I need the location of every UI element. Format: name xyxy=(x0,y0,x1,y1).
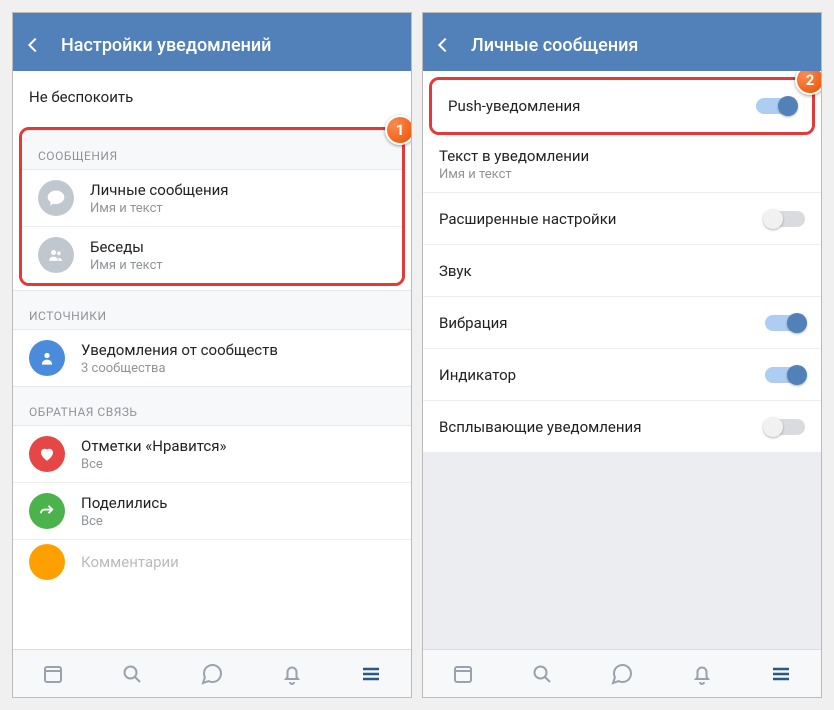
indicator-toggle[interactable] xyxy=(765,367,805,383)
likes-sub: Все xyxy=(81,457,395,472)
advanced-label: Расширенные настройки xyxy=(439,210,749,228)
chats-title: Беседы xyxy=(90,238,386,256)
row-personal-messages[interactable]: Личные сообщения Имя и текст xyxy=(22,170,402,226)
row-comments[interactable]: Комментарии xyxy=(13,539,411,580)
group-icon xyxy=(38,237,74,273)
nav-messages-icon[interactable] xyxy=(609,661,635,687)
appbar-title: Настройки уведомлений xyxy=(61,35,271,56)
appbar-title: Личные сообщения xyxy=(471,35,638,56)
communities-title: Уведомления от сообществ xyxy=(81,341,395,359)
pm-title: Личные сообщения xyxy=(90,181,386,199)
row-indicator[interactable]: Индикатор xyxy=(423,348,821,400)
row-popup[interactable]: Всплывающие уведомления xyxy=(423,400,821,452)
communities-sub: 3 сообщества xyxy=(81,361,395,376)
nav-search-icon[interactable] xyxy=(529,661,555,687)
row-advanced[interactable]: Расширенные настройки xyxy=(423,192,821,244)
community-icon xyxy=(29,340,65,376)
dnd-row[interactable]: Не беспокоить xyxy=(13,71,411,123)
nav-menu-icon[interactable] xyxy=(768,661,794,687)
comments-title: Комментарии xyxy=(81,553,395,571)
section-feedback: ОБРАТНАЯ СВЯЗЬ xyxy=(13,386,411,426)
comment-icon xyxy=(29,544,65,580)
message-icon xyxy=(38,180,74,216)
nav-messages-icon[interactable] xyxy=(199,661,225,687)
row-push[interactable]: Push-уведомления xyxy=(432,80,812,132)
row-chats[interactable]: Беседы Имя и текст xyxy=(22,226,402,283)
content-area: Push-уведомления 2 Текст в уведомлении И… xyxy=(423,71,821,649)
vibration-label: Вибрация xyxy=(439,314,749,332)
app-bar: Личные сообщения xyxy=(423,19,821,71)
section-sources: ИСТОЧНИКИ xyxy=(13,290,411,330)
app-bar: Настройки уведомлений xyxy=(13,19,411,71)
empty-area xyxy=(423,452,821,649)
reposts-title: Поделились xyxy=(81,494,395,512)
row-text-in-notif[interactable]: Текст в уведомлении Имя и текст xyxy=(423,137,821,192)
chats-sub: Имя и текст xyxy=(90,258,386,273)
text-in-notif-title: Текст в уведомлении xyxy=(439,147,805,165)
advanced-toggle[interactable] xyxy=(765,211,805,227)
dnd-label: Не беспокоить xyxy=(29,88,395,106)
nav-menu-icon[interactable] xyxy=(358,661,384,687)
row-sound[interactable]: Звук xyxy=(423,244,821,296)
text-in-notif-sub: Имя и текст xyxy=(439,167,805,182)
heart-icon xyxy=(29,436,65,472)
nav-bell-icon[interactable] xyxy=(689,661,715,687)
likes-title: Отметки «Нравится» xyxy=(81,437,395,455)
push-label: Push-уведомления xyxy=(448,97,740,115)
push-toggle[interactable] xyxy=(756,98,796,114)
bottom-nav xyxy=(13,649,411,697)
share-icon xyxy=(29,493,65,529)
back-icon[interactable] xyxy=(21,33,45,57)
callout-badge-1: 1 xyxy=(385,115,411,145)
section-messages: СООБЩЕНИЯ xyxy=(22,130,402,170)
nav-search-icon[interactable] xyxy=(119,661,145,687)
row-communities[interactable]: Уведомления от сообществ 3 сообщества xyxy=(13,330,411,386)
row-vibration[interactable]: Вибрация xyxy=(423,296,821,348)
back-icon[interactable] xyxy=(431,33,455,57)
indicator-label: Индикатор xyxy=(439,366,749,384)
content-area: Не беспокоить СООБЩЕНИЯ Личные сообщения… xyxy=(13,71,411,649)
popup-toggle[interactable] xyxy=(765,419,805,435)
row-reposts[interactable]: Поделились Все xyxy=(13,482,411,539)
nav-bell-icon[interactable] xyxy=(279,661,305,687)
reposts-sub: Все xyxy=(81,514,395,529)
bottom-nav xyxy=(423,649,821,697)
popup-label: Всплывающие уведомления xyxy=(439,418,749,436)
nav-feed-icon[interactable] xyxy=(450,661,476,687)
left-phone: Настройки уведомлений Не беспокоить СООБ… xyxy=(12,12,412,698)
right-phone: Личные сообщения Push-уведомления 2 Текс… xyxy=(422,12,822,698)
pm-sub: Имя и текст xyxy=(90,201,386,216)
sound-label: Звук xyxy=(439,262,805,280)
nav-feed-icon[interactable] xyxy=(40,661,66,687)
row-likes[interactable]: Отметки «Нравится» Все xyxy=(13,426,411,482)
vibration-toggle[interactable] xyxy=(765,315,805,331)
